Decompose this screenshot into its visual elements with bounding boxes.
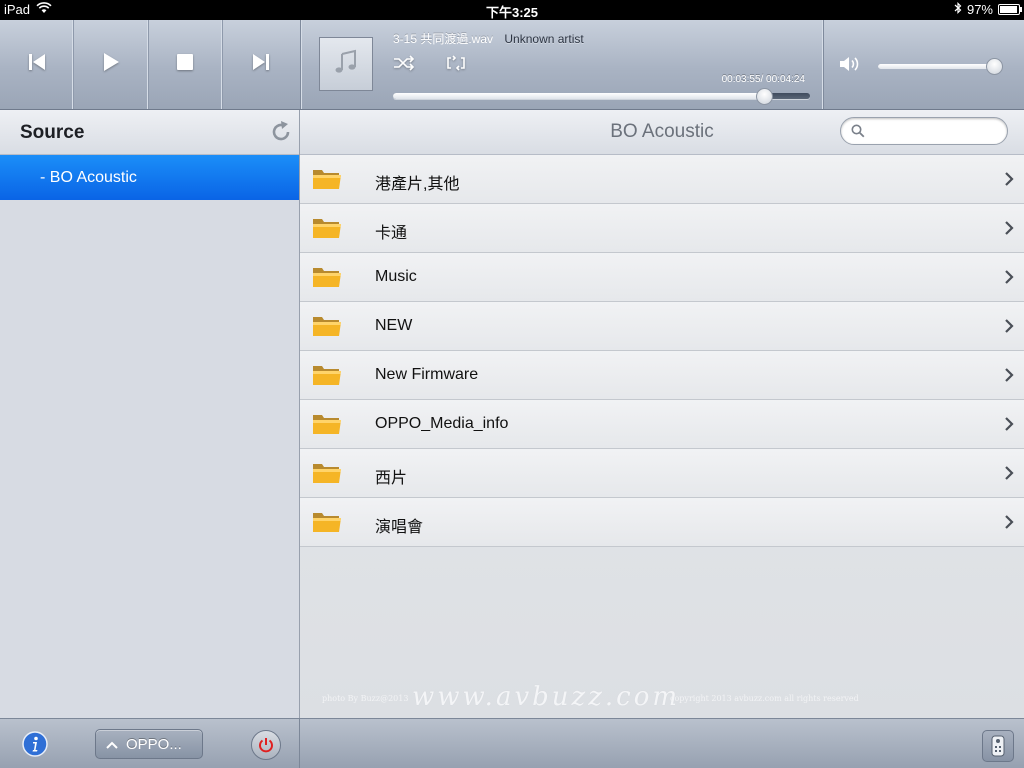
play-button[interactable]: [74, 20, 149, 109]
source-sidebar: Source - BO Acoustic: [0, 110, 300, 718]
player-toolbar: 3-15 共同渡過.wav Unknown artist 00:03:55/ 0…: [0, 20, 1024, 110]
repeat-icon: [447, 55, 465, 71]
track-artist: Unknown artist: [504, 32, 584, 46]
power-button[interactable]: [251, 730, 281, 760]
list-item[interactable]: New Firmware: [300, 351, 1024, 400]
list-item[interactable]: NEW: [300, 302, 1024, 351]
power-icon: [259, 738, 273, 753]
volume-slider[interactable]: [878, 58, 1003, 75]
search-field[interactable]: [840, 117, 1008, 145]
folder-icon: [312, 363, 342, 392]
list-item-label: 卡通: [375, 225, 408, 242]
refresh-icon: [272, 121, 290, 141]
remote-control-button[interactable]: [982, 730, 1014, 762]
status-bar: iPad 下午3:25 97%: [0, 0, 1024, 20]
volume-knob[interactable]: [985, 58, 1003, 75]
chevron-right-icon: [1004, 466, 1014, 485]
info-icon: [22, 731, 48, 757]
sidebar-header: Source: [0, 110, 299, 155]
status-time: 下午3:25: [485, 5, 539, 20]
stop-icon: [176, 53, 194, 76]
file-browser: BO Acoustic 港產片,其他 卡通 Music NEW New Firm…: [300, 110, 1024, 718]
search-input[interactable]: [869, 122, 1001, 142]
info-button[interactable]: [22, 731, 48, 762]
now-playing-panel: 3-15 共同渡過.wav Unknown artist 00:03:55/ 0…: [300, 20, 824, 109]
battery-percent: 97%: [966, 2, 993, 17]
chevron-right-icon: [1004, 417, 1014, 436]
folder-icon: [312, 314, 342, 343]
list-item[interactable]: 卡通: [300, 204, 1024, 253]
previous-button[interactable]: [0, 20, 75, 109]
sidebar-item-bo-acoustic[interactable]: - BO Acoustic: [0, 155, 299, 200]
battery-icon: [998, 4, 1022, 15]
folder-icon: [312, 216, 342, 245]
folder-list: 港產片,其他 卡通 Music NEW New Firmware OPPO_Me…: [300, 155, 1024, 547]
list-item-label: NEW: [375, 317, 413, 334]
chevron-right-icon: [1004, 515, 1014, 534]
folder-icon: [312, 265, 342, 294]
volume-fill: [878, 64, 994, 69]
skip-next-icon: [251, 52, 271, 77]
remote-control-icon: [991, 735, 1005, 757]
status-right: 97%: [954, 2, 1022, 17]
chevron-right-icon: [1004, 319, 1014, 338]
transport-controls: [0, 20, 300, 109]
chevron-right-icon: [1004, 221, 1014, 240]
list-item[interactable]: 演唱會: [300, 498, 1024, 547]
device-label: OPPO...: [126, 735, 182, 753]
device-selector-button[interactable]: OPPO...: [95, 729, 203, 759]
stop-button[interactable]: [149, 20, 223, 109]
seek-slider[interactable]: [393, 88, 810, 105]
playback-modes: [393, 55, 467, 76]
bluetooth-icon: [954, 2, 962, 17]
list-item[interactable]: 西片: [300, 449, 1024, 498]
shuffle-icon: [394, 55, 415, 71]
list-item-label: New Firmware: [375, 366, 479, 383]
album-art: [319, 37, 373, 91]
search-icon: [851, 124, 865, 143]
chevron-up-icon: [106, 736, 118, 753]
repeat-button[interactable]: [445, 55, 467, 76]
seek-knob[interactable]: [756, 88, 774, 105]
list-item-label: 演唱會: [375, 519, 424, 536]
folder-icon: [312, 510, 342, 539]
track-info: 3-15 共同渡過.wav Unknown artist: [393, 30, 584, 47]
watermark-credit: photo By Buzz@2013: [322, 694, 409, 703]
list-item[interactable]: Music: [300, 253, 1024, 302]
chevron-right-icon: [1004, 270, 1014, 289]
seek-progress-fill: [393, 93, 765, 99]
chevron-right-icon: [1004, 172, 1014, 191]
play-icon: [101, 52, 121, 77]
list-item-label: 港產片,其他: [375, 176, 460, 193]
sidebar-title: Source: [20, 122, 85, 143]
folder-icon: [312, 167, 342, 196]
watermark-site: www.avbuzz.com: [412, 682, 681, 712]
browser-header: BO Acoustic: [300, 110, 1024, 155]
browser-toolbar: [300, 718, 1024, 768]
sidebar-toolbar: OPPO...: [0, 718, 300, 768]
watermark-copyright: copyright 2013 avbuzz.com all rights res…: [670, 694, 859, 703]
refresh-button[interactable]: [269, 120, 293, 149]
speaker-icon: [838, 54, 862, 79]
folder-icon: [312, 412, 342, 441]
music-note-icon: [333, 49, 359, 80]
list-item[interactable]: 港產片,其他: [300, 155, 1024, 204]
list-item-label: 西片: [375, 470, 408, 487]
list-item-label: Music: [375, 268, 417, 285]
shuffle-button[interactable]: [393, 55, 415, 76]
watermark: photo By Buzz@2013 www.avbuzz.com copyri…: [322, 682, 922, 712]
time-readout: 00:03:55/ 00:04:24: [721, 74, 805, 85]
list-item-label: OPPO_Media_info: [375, 415, 509, 432]
battery-level: [1000, 6, 1018, 13]
track-title: 3-15 共同渡過.wav: [393, 32, 494, 46]
app-window: iPad 下午3:25 97% 3-15 共同渡過.wav Unknown ar…: [0, 0, 1024, 768]
folder-icon: [312, 461, 342, 490]
skip-previous-icon: [27, 52, 47, 77]
chevron-right-icon: [1004, 368, 1014, 387]
volume-control: [822, 20, 1024, 109]
sidebar-item-label: - BO Acoustic: [40, 168, 137, 186]
next-button[interactable]: [223, 20, 300, 109]
list-item[interactable]: OPPO_Media_info: [300, 400, 1024, 449]
